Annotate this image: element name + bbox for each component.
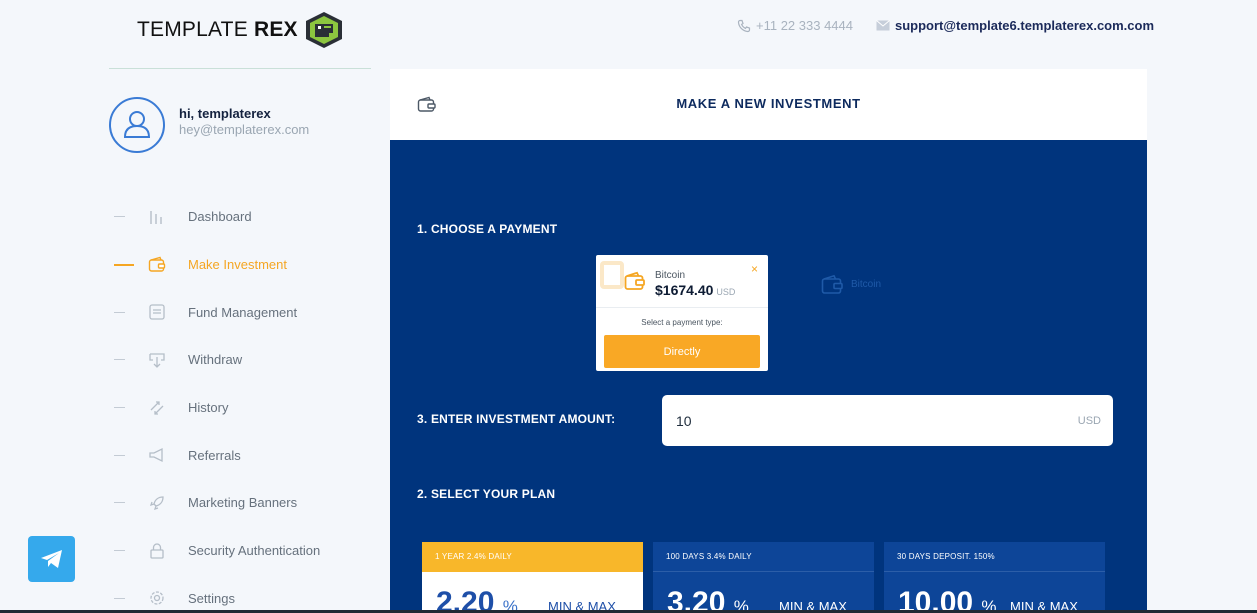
lock-icon: [147, 541, 167, 561]
telegram-icon: [40, 550, 62, 568]
divider: [596, 307, 768, 308]
amount-input[interactable]: [676, 412, 1078, 429]
user-email: hey@templaterex.com: [179, 122, 310, 137]
nav-dash: [114, 502, 125, 504]
plan-title: 30 DAYS DEPOSIT. 150%: [884, 542, 1105, 572]
sidebar-divider: [109, 68, 371, 69]
phone-icon: [737, 19, 751, 32]
nav-dash: [114, 216, 125, 218]
sidebar-item-referrals[interactable]: Referrals: [114, 431, 320, 479]
user-greeting: hi, templaterex: [179, 106, 271, 121]
panel-title: MAKE A NEW INVESTMENT: [676, 96, 861, 111]
mail-icon: [876, 20, 890, 31]
plan-card-30-days[interactable]: 30 DAYS DEPOSIT. 150% 10.00 % MIN & MAX: [884, 542, 1105, 613]
sidebar-item-history[interactable]: History: [114, 384, 320, 432]
rocket-icon: [147, 493, 167, 513]
exchange-icon: [147, 398, 167, 418]
gear-icon: [147, 588, 167, 608]
alt-coin-label: Bitcoin: [851, 279, 882, 290]
close-icon[interactable]: ×: [751, 262, 758, 276]
investment-form: 1. CHOOSE A PAYMENT Bitcoin $1674.40 USD …: [390, 140, 1147, 613]
plan-card-1-year[interactable]: 1 YEAR 2.4% DAILY 2.20 % MIN & MAX: [422, 542, 643, 613]
coin-price: $1674.40 USD: [655, 282, 736, 298]
sidebar-item-fund-management[interactable]: Fund Management: [114, 288, 320, 336]
nav-dash: [114, 263, 134, 266]
sidebar-item-label: Marketing Banners: [188, 495, 298, 511]
plan-rate: 10.00 %: [898, 586, 997, 613]
sidebar-item-label: Withdraw: [188, 352, 243, 368]
sidebar-item-dashboard[interactable]: Dashboard: [114, 193, 320, 241]
wallet-icon: [624, 271, 645, 290]
nav-dash: [114, 550, 125, 552]
sidebar-nav: Dashboard Make Investment Fund Managemen…: [114, 193, 320, 613]
wallet-icon: [821, 274, 843, 294]
nav-dash: [114, 407, 125, 409]
logo[interactable]: TEMPLATE REX: [137, 10, 344, 50]
telegram-button[interactable]: [28, 536, 75, 582]
plan-title: 100 DAYS 3.4% DAILY: [653, 542, 874, 572]
plan-card-100-days[interactable]: 100 DAYS 3.4% DAILY 3.20 % MIN & MAX: [653, 542, 874, 613]
header-phone[interactable]: +11 22 333 4444: [737, 18, 853, 33]
nav-dash: [114, 359, 125, 361]
panel-header: MAKE A NEW INVESTMENT: [390, 69, 1147, 140]
nav-dash: [114, 311, 125, 313]
sidebar-item-label: Security Authentication: [188, 543, 321, 559]
plan-list: 1 YEAR 2.4% DAILY 2.20 % MIN & MAX 100 D…: [422, 542, 1105, 613]
nav-dash: [114, 454, 125, 456]
sidebar-item-withdraw[interactable]: Withdraw: [114, 336, 320, 384]
document-icon: [147, 302, 167, 322]
sidebar-item-marketing-banners[interactable]: Marketing Banners: [114, 479, 320, 527]
plan-rate: 2.20 %: [436, 586, 518, 613]
payment-section-title: 1. CHOOSE A PAYMENT: [417, 222, 558, 236]
rex-logo-icon: [305, 12, 342, 48]
sidebar-item-label: Dashboard: [188, 209, 252, 225]
coin-name: Bitcoin: [655, 270, 686, 281]
sidebar-item-make-investment[interactable]: Make Investment: [114, 241, 320, 289]
amount-field[interactable]: USD: [662, 395, 1113, 446]
amount-section-title: 3. ENTER INVESTMENT AMOUNT:: [417, 412, 616, 426]
megaphone-icon: [147, 445, 167, 465]
payment-type-label: Select a payment type:: [641, 318, 723, 327]
sidebar-item-label: Settings: [188, 590, 235, 606]
sidebar-item-security-authentication[interactable]: Security Authentication: [114, 527, 320, 575]
ghost-wallet-icon: [600, 261, 624, 289]
bar-chart-icon: [147, 207, 167, 227]
sidebar-item-label: Referrals: [188, 447, 241, 463]
wallet-icon: [147, 255, 167, 275]
avatar[interactable]: [109, 97, 165, 153]
sidebar-item-label: Fund Management: [188, 304, 298, 320]
nav-dash: [114, 597, 125, 599]
plan-rate: 3.20 %: [667, 586, 749, 613]
sidebar-item-settings[interactable]: Settings: [114, 575, 320, 613]
logo-text: TEMPLATE REX: [137, 18, 298, 41]
user-icon: [123, 111, 151, 138]
withdraw-icon: [147, 350, 167, 370]
alt-payment-option[interactable]: Bitcoin: [821, 274, 881, 295]
payment-card[interactable]: Bitcoin $1674.40 USD × Select a payment t…: [596, 255, 768, 371]
amount-unit: USD: [1077, 414, 1101, 427]
plan-title: 1 YEAR 2.4% DAILY: [422, 542, 643, 572]
sidebar-item-label: Make Investment: [188, 257, 287, 273]
plan-section-title: 2. SELECT YOUR PLAN: [417, 487, 556, 501]
header-email[interactable]: support@template6.templaterex.com.com: [876, 18, 1154, 33]
directly-button[interactable]: Directly: [604, 335, 760, 368]
sidebar-item-label: History: [188, 400, 229, 416]
